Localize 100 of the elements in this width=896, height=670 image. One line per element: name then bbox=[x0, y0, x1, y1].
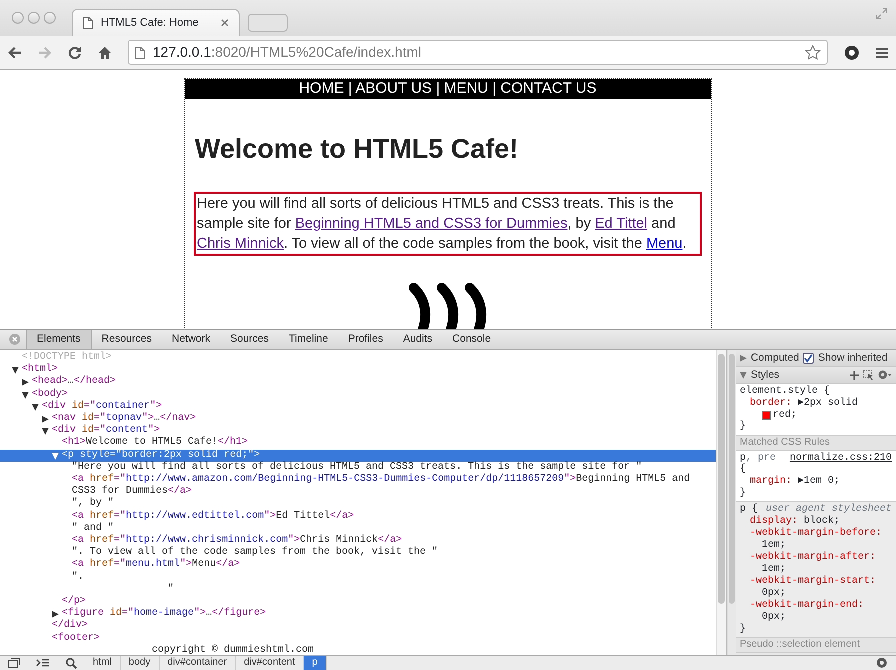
expanded-arrow-icon[interactable] bbox=[42, 428, 49, 436]
url-text: 127.0.0.1:8020/HTML5%20Cafe/index.html bbox=[153, 43, 422, 62]
code-line: copyright © dummieshtml.com bbox=[151, 644, 316, 655]
color-swatch[interactable] bbox=[762, 410, 771, 420]
checkbox[interactable] bbox=[803, 352, 814, 364]
css-selector: p { bbox=[740, 504, 758, 516]
rule-origin: user agent stylesheet bbox=[766, 504, 892, 516]
code-line: <figure id="home-image">…</figure> bbox=[62, 608, 268, 620]
page-heading: Welcome to HTML5 Cafe! bbox=[195, 133, 520, 166]
css-declaration: -webkit-margin-before: 1em; bbox=[748, 528, 883, 552]
code-line: " and " bbox=[72, 522, 116, 534]
tree-row[interactable]: <figure id="home-image">…</figure> bbox=[0, 608, 716, 620]
home-icon[interactable] bbox=[98, 46, 112, 60]
close-icon[interactable] bbox=[221, 19, 229, 27]
element-state-icon[interactable] bbox=[863, 370, 874, 380]
tree-row[interactable]: "Here you will find all sorts of delicious HTML5 and CSS3 treats. This is the sample site for " bbox=[0, 462, 716, 474]
css-declaration: margin: ▶1em 0; bbox=[748, 476, 841, 488]
page-icon bbox=[83, 17, 93, 29]
collapsed-arrow-icon[interactable] bbox=[22, 379, 29, 386]
brace: } bbox=[740, 421, 747, 432]
devtools-tab[interactable]: Timeline bbox=[279, 330, 338, 349]
tree-row[interactable]: <h1>Welcome to HTML5 Cafe!</h1> bbox=[0, 437, 716, 450]
code-line: <div id="content"> bbox=[52, 425, 162, 436]
page-icon bbox=[135, 46, 145, 58]
tree-row[interactable]: ", by " bbox=[0, 498, 716, 511]
star-icon[interactable] bbox=[805, 44, 821, 60]
css-declaration: -webkit-margin-end: 0px; bbox=[748, 600, 865, 624]
code-line: ". To view all of the code samples from the book, visit the " bbox=[72, 547, 440, 558]
tree-row[interactable]: <footer> bbox=[0, 632, 716, 645]
code-line: </div> bbox=[52, 620, 90, 632]
tree-row[interactable]: <body> bbox=[0, 388, 716, 401]
code-line: <nav id="topnav">…</nav> bbox=[52, 413, 198, 424]
code-line: ", by " bbox=[72, 498, 116, 510]
checkbox-label: Show inherited bbox=[818, 351, 888, 366]
devtools-tab[interactable]: Console bbox=[442, 330, 502, 349]
devtools-tab[interactable]: Profiles bbox=[338, 330, 394, 349]
code-line: <footer> bbox=[52, 632, 102, 645]
intro-paragraph: Here you will find all sorts of delicious HTML5 and CSS3 treats. This is the sample site for Beginning HTML5 and CSS3 for Dummies, by Ed Tittel and Chris Minnick. To view all of the code samples from the book, visit the Menu. bbox=[194, 192, 702, 256]
tree-row[interactable]: <a href="http://www.chrisminnick.com">Chris Minnick</a> bbox=[0, 535, 716, 548]
devtools-tab[interactable]: Audits bbox=[393, 330, 443, 349]
css-declaration: border: ▶2px solid bbox=[748, 398, 859, 410]
code-line: <body> bbox=[32, 388, 70, 400]
breadcrumb-item[interactable]: p bbox=[304, 656, 327, 670]
browser-tab[interactable]: HTML5 Cafe: Home bbox=[72, 9, 240, 36]
devtools-tab[interactable]: Resources bbox=[92, 330, 162, 349]
css-declaration: -webkit-margin-start: 0px; bbox=[748, 576, 877, 600]
breadcrumb-item[interactable]: html bbox=[85, 656, 121, 670]
back-icon[interactable] bbox=[8, 46, 22, 60]
tree-row[interactable]: <div id="content"> bbox=[0, 425, 716, 438]
source-link[interactable]: normalize.css:210 bbox=[790, 452, 892, 464]
code-line: <a href="http://www.amazon.com/Beginning-HTML5-CSS3-Dummies-Computer/dp/1118657209">Beginning HTML5 and CSS3 for Dummies</a> bbox=[72, 474, 692, 498]
tree-row[interactable]: <a href="http://www.amazon.com/Beginning-HTML5-CSS3-Dummies-Computer/dp/1118657209">Beginning HTML5 and CSS3 for Dummies</a> bbox=[0, 474, 716, 498]
text-link[interactable]: Ed Tittel bbox=[595, 216, 648, 232]
tree-row[interactable]: <nav id="topnav">…</nav> bbox=[0, 413, 716, 426]
css-declaration: display: block; bbox=[748, 516, 841, 528]
code-line: <!DOCTYPE html> bbox=[22, 352, 114, 364]
code-line: <a href="http://www.chrisminnick.com">Chris Minnick</a> bbox=[72, 535, 404, 546]
code-line: <head>…</head> bbox=[32, 376, 118, 388]
code-line: "Here you will find all sorts of delicious HTML5 and CSS3 treats. This is the sample site for " bbox=[72, 462, 644, 474]
tree-row[interactable]: <a href="http://www.edtittel.com">Ed Tittel</a> bbox=[0, 510, 716, 523]
tree-row[interactable]: <a href="menu.html">Menu</a> bbox=[0, 559, 716, 572]
menu-icon[interactable] bbox=[876, 46, 888, 58]
devtools-tab[interactable]: Network bbox=[162, 330, 220, 349]
text-link[interactable]: Menu bbox=[646, 236, 683, 252]
tree-row[interactable]: <p style="border:2px solid red;"> bbox=[0, 450, 716, 462]
breadcrumb-item[interactable]: body bbox=[120, 656, 160, 670]
css-selector: p, pre bbox=[740, 452, 776, 464]
reload-icon[interactable] bbox=[68, 46, 82, 60]
tree-row[interactable]: copyright © dummieshtml.com bbox=[0, 644, 716, 655]
collapsed-arrow-icon[interactable] bbox=[52, 611, 59, 618]
css-value: red; bbox=[772, 410, 797, 421]
tree-row[interactable]: ". " bbox=[0, 572, 716, 596]
devtools-tab[interactable]: Sources bbox=[220, 330, 280, 349]
brace: } bbox=[740, 624, 747, 635]
expanded-arrow-icon[interactable] bbox=[12, 367, 19, 374]
tree-row[interactable]: " and " bbox=[0, 522, 716, 536]
text-link[interactable]: Beginning HTML5 and CSS3 for Dummies bbox=[295, 216, 568, 232]
code-line: <a href="menu.html">Menu</a> bbox=[72, 559, 242, 572]
breadcrumb-item[interactable]: div#container bbox=[160, 656, 236, 670]
tree-row[interactable]: ". To view all of the code samples from the book, visit the " bbox=[0, 547, 716, 560]
expanded-arrow-icon[interactable] bbox=[22, 392, 29, 399]
code-line: ". " bbox=[72, 572, 176, 596]
code-line: </p> bbox=[62, 596, 88, 608]
settings-icon[interactable] bbox=[844, 44, 860, 60]
tree-row[interactable]: <div id="container"> bbox=[0, 400, 716, 414]
address-bar[interactable]: 127.0.0.1:8020/HTML5%20Cafe/index.html bbox=[128, 40, 828, 65]
tree-row[interactable]: <html> bbox=[0, 364, 716, 376]
section-header: Pseudo ::selection element bbox=[736, 638, 896, 653]
section-title[interactable]: Computed bbox=[750, 350, 800, 366]
section-header: Matched CSS Rules bbox=[736, 436, 896, 450]
collapsed-arrow-icon[interactable] bbox=[42, 416, 49, 424]
text-link[interactable]: Chris Minnick bbox=[197, 236, 284, 252]
scrollbar-thumb[interactable] bbox=[718, 354, 725, 604]
tree-row[interactable]: <head>…</head> bbox=[0, 376, 716, 389]
add-icon[interactable] bbox=[850, 370, 859, 380]
scrollbar-thumb[interactable] bbox=[729, 354, 735, 604]
code-line: <a href="http://www.edtittel.com">Ed Tittel</a> bbox=[72, 510, 356, 522]
brace: { bbox=[740, 464, 747, 476]
expanded-arrow-icon[interactable] bbox=[32, 404, 39, 411]
devtools-tab[interactable]: Elements bbox=[26, 330, 92, 349]
